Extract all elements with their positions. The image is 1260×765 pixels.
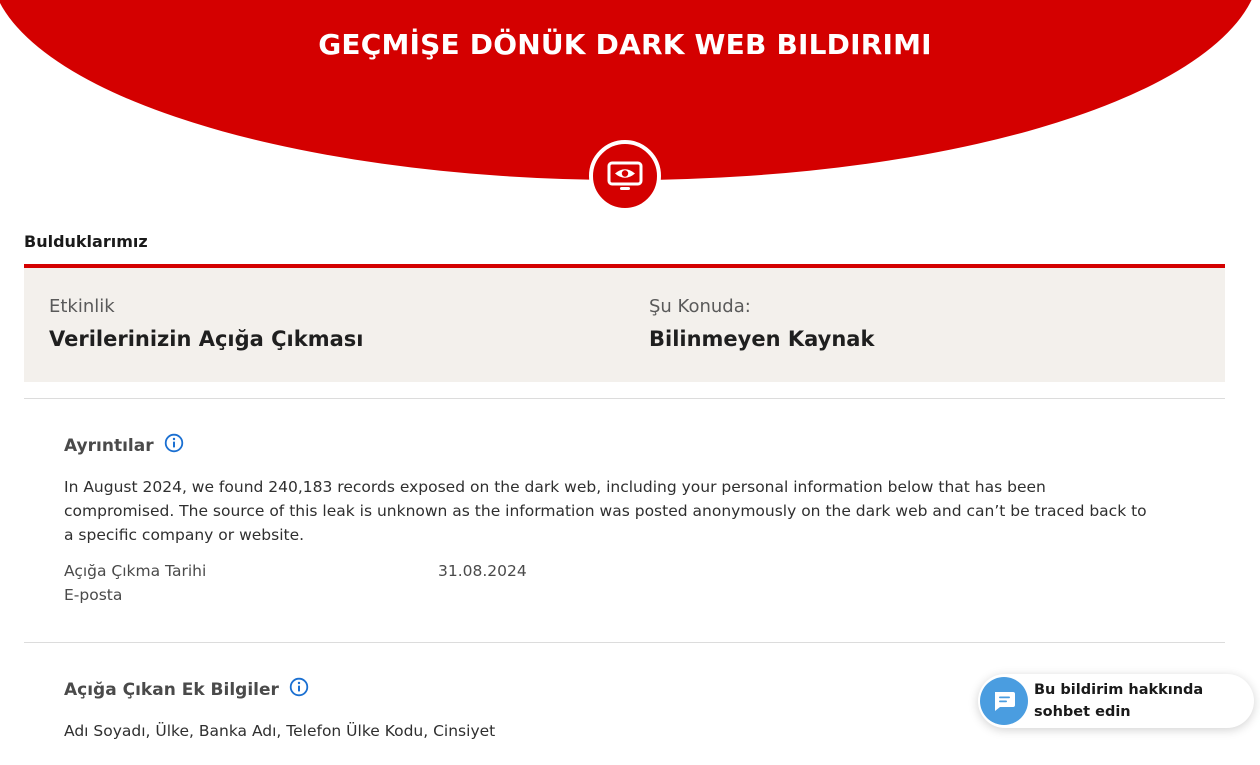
event-column: Etkinlik Verilerinizin Açığa Çıkması: [49, 296, 363, 351]
details-heading-row: Ayrıntılar: [64, 433, 184, 456]
chat-about-notification-button[interactable]: Bu bildirim hakkında sohbet edin: [978, 674, 1254, 728]
details-heading: Ayrıntılar: [64, 436, 154, 456]
exposure-date-label: Açığa Çıkma Tarihi: [64, 562, 207, 580]
exposure-date-value: 31.08.2024: [438, 562, 527, 580]
divider: [24, 398, 1225, 399]
chat-label: Bu bildirim hakkında sohbet edin: [1034, 682, 1204, 720]
chat-bubble-icon[interactable]: [980, 677, 1028, 725]
source-label: Şu Konuda:: [649, 296, 751, 317]
info-icon[interactable]: [289, 677, 309, 697]
divider: [24, 642, 1225, 643]
event-value: Verilerinizin Açığa Çıkması: [49, 327, 364, 351]
additional-heading-row: Açığa Çıkan Ek Bilgiler: [64, 677, 309, 700]
info-icon[interactable]: [164, 433, 184, 453]
monitor-eye-icon: [589, 140, 661, 212]
notification-page: GEÇMİŞE DÖNÜK DARK WEB BILDIRIMI Buldukl…: [0, 0, 1260, 765]
findings-panel: Etkinlik Verilerinizin Açığa Çıkması Şu …: [24, 264, 1225, 382]
event-label: Etkinlik: [49, 296, 115, 317]
email-label: E-posta: [64, 586, 123, 604]
additional-heading: Açığa Çıkan Ek Bilgiler: [64, 680, 279, 700]
findings-section-label: Bulduklarımız: [24, 232, 148, 251]
details-description: In August 2024, we found 240,183 records…: [64, 478, 1147, 544]
page-title: GEÇMİŞE DÖNÜK DARK WEB BILDIRIMI: [318, 28, 932, 61]
source-value: Bilinmeyen Kaynak: [649, 327, 875, 351]
source-column: Şu Konuda: Bilinmeyen Kaynak: [649, 296, 874, 351]
